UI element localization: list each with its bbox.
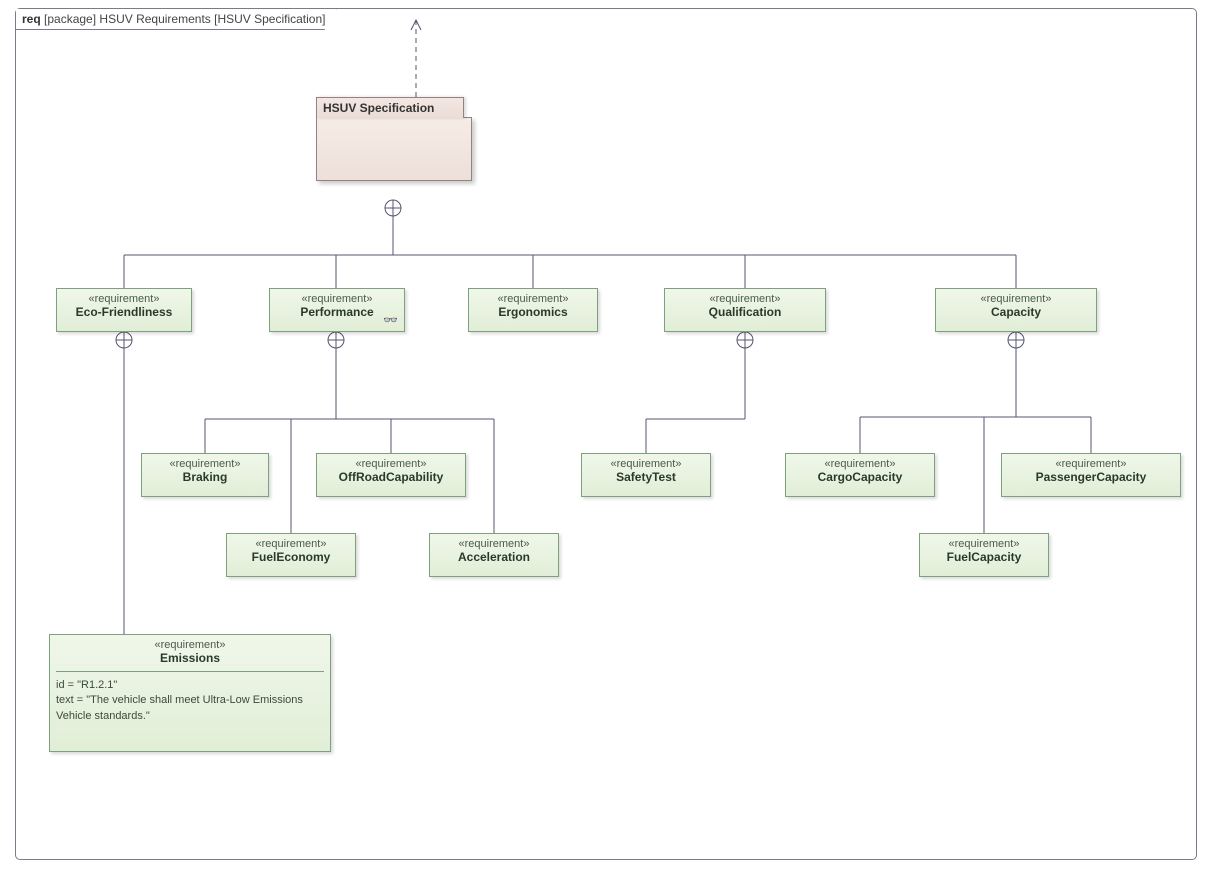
requirement-eco-friendliness[interactable]: «requirement» Eco-Friendliness	[56, 288, 192, 332]
requirement-name: Braking	[148, 470, 262, 484]
package-body	[316, 117, 472, 181]
requirement-name: Acceleration	[436, 550, 552, 564]
requirement-emissions-header: «requirement» Emissions	[56, 639, 324, 672]
stereotype-label: «requirement»	[323, 458, 459, 470]
requirement-name: FuelEconomy	[233, 550, 349, 564]
requirement-name: OffRoadCapability	[323, 470, 459, 484]
requirement-fueleconomy[interactable]: «requirement» FuelEconomy	[226, 533, 356, 577]
requirement-fuelcapacity[interactable]: «requirement» FuelCapacity	[919, 533, 1049, 577]
requirement-name: FuelCapacity	[926, 550, 1042, 564]
requirement-capacity[interactable]: «requirement» Capacity	[935, 288, 1097, 332]
emissions-text: text = "The vehicle shall meet Ultra-Low…	[56, 693, 324, 724]
stereotype-label: «requirement»	[233, 538, 349, 550]
requirement-qualification[interactable]: «requirement» Qualification	[664, 288, 826, 332]
package-tab: HSUV Specification	[316, 97, 464, 118]
requirement-name: Capacity	[942, 305, 1090, 319]
stereotype-label: «requirement»	[671, 293, 819, 305]
stereotype-label: «requirement»	[942, 293, 1090, 305]
frame-label: req [package] HSUV Requirements [HSUV Sp…	[16, 9, 337, 30]
stereotype-label: «requirement»	[436, 538, 552, 550]
frame-context: [package] HSUV Requirements [HSUV Specif…	[44, 12, 325, 26]
stereotype-label: «requirement»	[588, 458, 704, 470]
requirement-name: PassengerCapacity	[1008, 470, 1174, 484]
requirement-name: SafetyTest	[588, 470, 704, 484]
requirement-ergonomics[interactable]: «requirement» Ergonomics	[468, 288, 598, 332]
requirement-offroadcapability[interactable]: «requirement» OffRoadCapability	[316, 453, 466, 497]
requirement-acceleration[interactable]: «requirement» Acceleration	[429, 533, 559, 577]
requirement-name: CargoCapacity	[792, 470, 928, 484]
requirement-name: Emissions	[56, 651, 324, 665]
stereotype-label: «requirement»	[148, 458, 262, 470]
stereotype-label: «requirement»	[926, 538, 1042, 550]
package-hsuv-specification[interactable]: HSUV Specification	[316, 117, 472, 181]
stereotype-label: «requirement»	[63, 293, 185, 305]
stereotype-label: «requirement»	[475, 293, 591, 305]
requirement-passengercapacity[interactable]: «requirement» PassengerCapacity	[1001, 453, 1181, 497]
stereotype-label: «requirement»	[1008, 458, 1174, 470]
requirement-name: Eco-Friendliness	[63, 305, 185, 319]
requirement-name: Ergonomics	[475, 305, 591, 319]
emissions-id: id = "R1.2.1"	[56, 678, 324, 693]
stereotype-label: «requirement»	[792, 458, 928, 470]
requirement-name: Performance	[276, 305, 398, 319]
requirement-safetytest[interactable]: «requirement» SafetyTest	[581, 453, 711, 497]
requirement-braking[interactable]: «requirement» Braking	[141, 453, 269, 497]
requirement-emissions-body: id = "R1.2.1" text = "The vehicle shall …	[56, 678, 324, 724]
requirement-emissions[interactable]: «requirement» Emissions id = "R1.2.1" te…	[49, 634, 331, 752]
stereotype-label: «requirement»	[276, 293, 398, 305]
glasses-icon: 👓	[383, 313, 398, 327]
stereotype-label: «requirement»	[56, 639, 324, 651]
diagram-frame: req [package] HSUV Requirements [HSUV Sp…	[15, 8, 1197, 860]
requirement-name: Qualification	[671, 305, 819, 319]
frame-kind: req	[22, 12, 41, 26]
requirement-performance[interactable]: «requirement» Performance 👓	[269, 288, 405, 332]
requirement-cargocapacity[interactable]: «requirement» CargoCapacity	[785, 453, 935, 497]
